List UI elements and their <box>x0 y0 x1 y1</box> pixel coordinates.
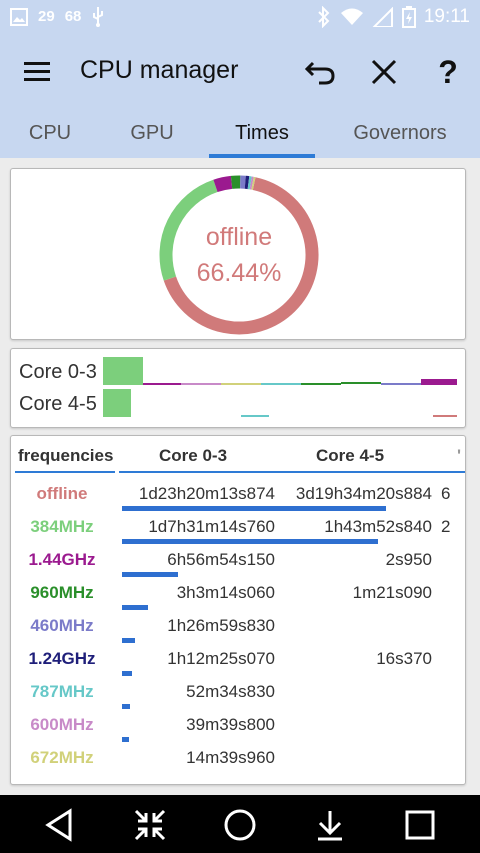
core-bar-line <box>181 383 221 385</box>
core-4-5-time: 1h43m52s840 <box>324 517 432 536</box>
core-bar-block <box>103 357 143 385</box>
core-bar-line <box>261 383 301 385</box>
bluetooth-icon <box>318 6 330 28</box>
recents-icon[interactable] <box>402 807 438 843</box>
time-bar <box>122 638 135 643</box>
status-bar: 29 68 19:11 <box>0 0 480 34</box>
header-underline <box>15 471 115 473</box>
help-button[interactable]: ? <box>430 54 466 90</box>
core-bar-line <box>143 383 181 385</box>
donut-center-label: offline <box>205 223 273 251</box>
header-core-0-3: Core 0-3 <box>159 446 228 465</box>
collapse-icon[interactable] <box>132 807 168 843</box>
image-icon <box>10 8 28 26</box>
app-bar: CPU manager ? <box>0 34 480 112</box>
frequency-label: 787MHz <box>30 682 94 701</box>
clock: 19:11 <box>423 6 470 27</box>
time-donut-chart <box>159 175 319 335</box>
undo-icon <box>305 61 335 85</box>
time-bar <box>122 671 132 676</box>
time-bar <box>122 572 178 577</box>
core-0-3-time: 1h26m59s830 <box>167 616 275 635</box>
donut-segment <box>213 175 233 193</box>
core-bar-line <box>341 382 381 384</box>
header-core-4-5: Core 4-5 <box>316 446 385 465</box>
signal-icon <box>372 7 393 27</box>
core-bars-chart <box>103 357 457 417</box>
header-underline <box>119 471 465 473</box>
frequency-label: 1.24GHz <box>28 649 96 668</box>
core-4-5-time: 3d19h34m20s884 <box>295 484 432 503</box>
status-right-icons: 19:11 <box>316 5 470 29</box>
home-icon[interactable] <box>222 807 258 843</box>
frequency-label: 672MHz <box>30 748 94 767</box>
frequency-label: offline <box>36 484 88 503</box>
core-bar-line <box>433 415 457 417</box>
menu-icon[interactable] <box>24 62 50 82</box>
time-bar <box>122 539 378 544</box>
tab-cpu[interactable]: CPU <box>14 122 86 145</box>
tab-bar: CPU GPU Times Governors <box>0 112 480 158</box>
frequency-label: 600MHz <box>30 715 94 734</box>
close-icon <box>371 59 397 85</box>
time-bar <box>122 506 386 511</box>
frequency-label: 384MHz <box>30 517 94 536</box>
core-4-5-time: 1m21s090 <box>352 583 432 602</box>
frequency-label: 960MHz <box>30 583 94 602</box>
core-0-3-time: 3h3m14s060 <box>176 583 275 602</box>
tab-indicator <box>209 154 315 158</box>
battery-icon <box>401 6 416 28</box>
core-bar-line <box>221 383 261 385</box>
frequency-label: 460MHz <box>30 616 94 635</box>
core-0-3-time: 1h12m25s070 <box>167 649 275 668</box>
tab-governors[interactable]: Governors <box>340 122 460 145</box>
navigation-bar <box>0 795 480 853</box>
wifi-icon <box>340 8 363 25</box>
calendar-icon: 68 <box>64 8 82 25</box>
core-bar-line <box>381 383 421 385</box>
calendar-icon: 29 <box>38 8 55 25</box>
tab-gpu[interactable]: GPU <box>116 122 188 145</box>
back-icon[interactable] <box>42 807 78 843</box>
core-bar-block <box>103 389 131 417</box>
core-bar-line <box>241 415 269 417</box>
overflow-value: 2 <box>441 517 451 536</box>
core-4-5-time: 2s950 <box>385 550 432 569</box>
time-bar <box>122 737 129 742</box>
frequency-label: 1.44GHz <box>28 550 96 569</box>
header-frequencies: frequencies <box>18 446 114 465</box>
core-0-3-time: 6h56m54s150 <box>167 550 275 569</box>
core-bars-card: Core 0-3 Core 4-5 <box>10 348 466 428</box>
overflow-value: 6 <box>441 484 451 503</box>
app-title: CPU manager <box>80 56 239 84</box>
core-4-5-time: 16s370 <box>376 649 432 668</box>
core-bar-line <box>301 383 341 385</box>
core-0-3-time: 52m34s830 <box>186 682 275 701</box>
core-0-3-time: 39m39s800 <box>186 715 275 734</box>
donut-card: offline 66.44% <box>10 168 466 340</box>
time-bar <box>122 605 148 610</box>
header-overflow: ' <box>457 446 462 465</box>
close-button[interactable] <box>366 54 402 90</box>
help-icon: ? <box>438 53 458 90</box>
time-bar <box>122 704 130 709</box>
status-left-icons: 29 68 <box>10 6 105 28</box>
undo-button[interactable] <box>302 54 338 90</box>
core-0-3-time: 14m39s960 <box>186 748 275 767</box>
download-icon[interactable] <box>312 807 348 843</box>
core-0-3-time: 1d23h20m13s874 <box>138 484 275 503</box>
core-0-3-time: 1d7h31m14s760 <box>148 517 275 536</box>
usb-icon <box>93 7 104 27</box>
core-bar-line <box>421 379 457 385</box>
donut-center-percent: 66.44% <box>196 259 282 287</box>
frequency-table: frequencies Core 0-3 Core 4-5 ' offline 1… <box>10 435 466 785</box>
tab-times[interactable]: Times <box>209 122 315 145</box>
